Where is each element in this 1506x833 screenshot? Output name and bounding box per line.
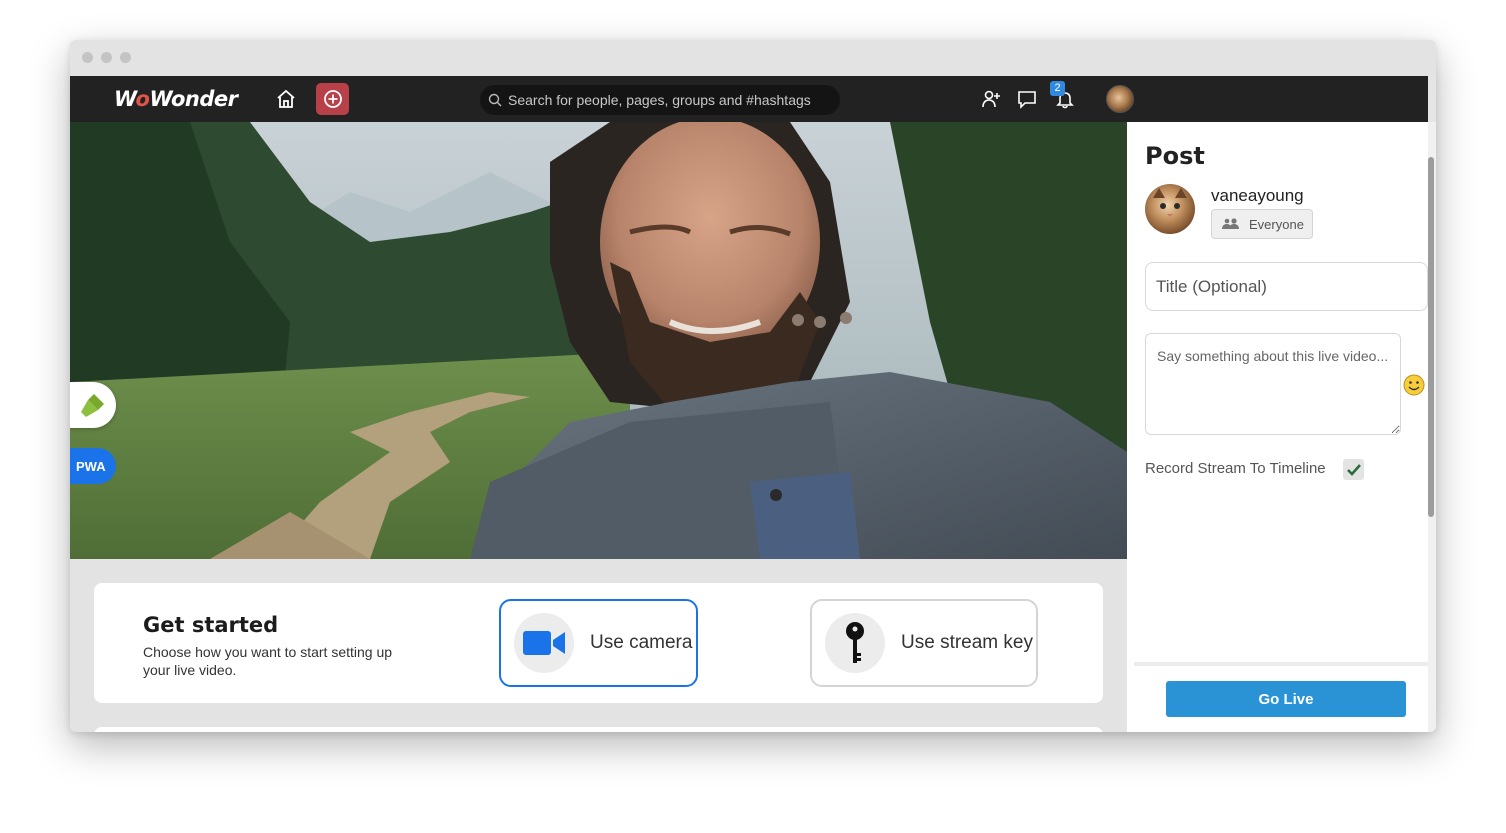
live-camera-preview bbox=[70, 122, 1127, 559]
search-input[interactable] bbox=[508, 92, 828, 108]
window-minimize-dot[interactable] bbox=[101, 52, 112, 63]
plus-circle-icon bbox=[323, 90, 342, 108]
get-started-description: Choose how you want to start setting up … bbox=[143, 644, 393, 678]
post-author-avatar bbox=[1145, 184, 1195, 234]
use-stream-key-label: Use stream key bbox=[901, 632, 1033, 653]
sidebar-scrollbar[interactable] bbox=[1428, 122, 1436, 732]
get-started-title: Get started bbox=[143, 613, 279, 637]
messages-icon[interactable] bbox=[1016, 88, 1038, 110]
friend-requests-icon[interactable] bbox=[980, 88, 1002, 110]
key-icon-circle bbox=[825, 613, 885, 673]
notification-count-badge: 2 bbox=[1050, 81, 1065, 96]
setup-area: Get started Choose how you want to start… bbox=[70, 559, 1127, 732]
post-panel-title: Post bbox=[1145, 142, 1205, 170]
home-icon[interactable] bbox=[275, 88, 297, 110]
paint-brush-icon bbox=[81, 394, 104, 417]
secondary-card bbox=[94, 727, 1103, 732]
use-camera-label: Use camera bbox=[590, 632, 693, 653]
wowonder-logo[interactable]: WoWonder bbox=[114, 85, 238, 113]
use-camera-option[interactable]: Use camera bbox=[499, 599, 698, 687]
theme-brush-button[interactable] bbox=[70, 382, 116, 428]
privacy-label: Everyone bbox=[1249, 216, 1304, 232]
users-group-icon bbox=[1222, 218, 1239, 229]
video-camera-icon bbox=[523, 631, 565, 655]
create-button[interactable] bbox=[316, 83, 349, 115]
scrollbar-thumb[interactable] bbox=[1428, 157, 1434, 517]
go-live-button[interactable]: Go Live bbox=[1166, 681, 1406, 717]
top-navbar: WoWonder 2 bbox=[70, 76, 1428, 122]
live-title-input[interactable] bbox=[1145, 262, 1428, 311]
checkmark-icon bbox=[1346, 463, 1361, 476]
record-stream-label: Record Stream To Timeline bbox=[1145, 460, 1326, 477]
browser-window: WoWonder 2 bbox=[70, 40, 1436, 732]
search-icon bbox=[488, 93, 502, 107]
window-close-dot[interactable] bbox=[82, 52, 93, 63]
post-author-username: vaneayoung bbox=[1211, 186, 1304, 205]
record-stream-checkbox[interactable] bbox=[1343, 459, 1364, 480]
post-sidebar: Post vaneayoung Everyone Record Stream T… bbox=[1127, 122, 1428, 732]
camera-icon-circle bbox=[514, 613, 574, 673]
emoji-picker-icon[interactable] bbox=[1403, 374, 1425, 396]
window-maximize-dot[interactable] bbox=[120, 52, 131, 63]
privacy-selector-button[interactable]: Everyone bbox=[1211, 209, 1313, 239]
camera-preview-image bbox=[70, 122, 1127, 559]
live-description-textarea[interactable] bbox=[1145, 333, 1401, 435]
use-stream-key-option[interactable]: Use stream key bbox=[810, 599, 1038, 687]
search-bar bbox=[480, 85, 840, 115]
key-icon bbox=[846, 622, 864, 663]
get-started-card: Get started Choose how you want to start… bbox=[94, 583, 1103, 703]
window-titlebar bbox=[70, 40, 1436, 76]
kitten-avatar-image bbox=[1153, 188, 1187, 217]
pwa-install-button[interactable]: PWA bbox=[70, 448, 116, 484]
user-avatar[interactable] bbox=[1106, 85, 1134, 113]
